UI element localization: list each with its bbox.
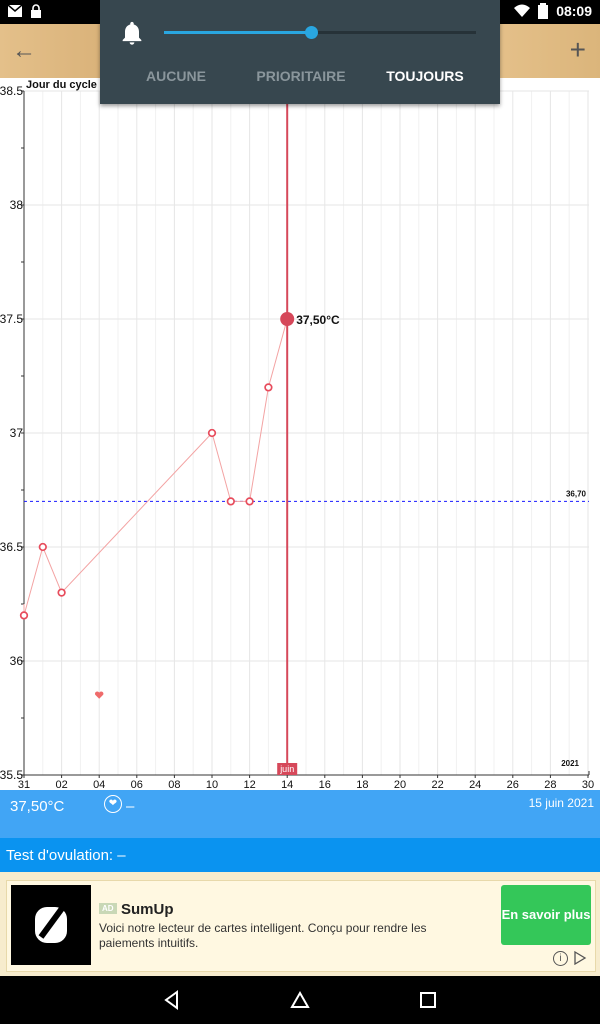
x-tick-label: 26 — [507, 779, 519, 790]
y-tick-label: 36.5 — [0, 540, 23, 554]
wifi-icon — [514, 4, 531, 17]
lock-icon — [31, 4, 41, 18]
back-arrow-icon[interactable]: ← — [12, 38, 38, 64]
ad-description: Voici notre lecteur de cartes intelligen… — [99, 921, 427, 950]
volume-slider-fill — [164, 31, 311, 34]
month-tag-label: juin — [279, 764, 294, 774]
nav-home-icon[interactable] — [290, 990, 310, 1010]
ad-banner[interactable]: AD SumUp Voici notre lecteur de cartes i… — [0, 872, 600, 976]
y-tick-label: 36 — [10, 654, 24, 668]
x-tick-label: 14 — [281, 779, 293, 790]
temperature-chart[interactable]: 38.5 38 37.5 37 36.5 36 35.5 Jour du cycle 31 02 0… — [0, 78, 600, 790]
temperature-point[interactable] — [38, 542, 47, 552]
navigation-bar — [0, 976, 600, 1024]
ad-brand: SumUp — [121, 901, 174, 918]
bell-icon[interactable] — [118, 18, 146, 48]
x-tick-label: 18 — [356, 779, 368, 790]
add-icon[interactable]: + — [570, 36, 586, 64]
ovulation-test-bar[interactable]: Test d'ovulation: – — [0, 838, 600, 872]
x-tick-label: 28 — [544, 779, 556, 790]
x-tick-label: 04 — [93, 779, 105, 790]
volume-panel: AUCUNE PRIORITAIRE TOUJOURS — [100, 0, 500, 104]
summary-mucus: – — [126, 798, 135, 815]
temperature-point[interactable] — [226, 497, 235, 506]
selected-day-summary: 37,50°C ❤ – 15 juin 2021 — [0, 790, 600, 838]
temperature-point[interactable] — [19, 611, 29, 620]
y-tick-label: 38.5 — [0, 84, 23, 98]
option-prioritaire[interactable]: PRIORITAIRE — [252, 68, 350, 84]
x-tick-label: 12 — [243, 779, 255, 790]
ad-cta-button[interactable]: En savoir plus — [501, 885, 591, 945]
nav-recents-icon[interactable] — [418, 990, 438, 1010]
ad-frame: AD SumUp Voici notre lecteur de cartes i… — [6, 880, 596, 972]
coverline-label: 36,70 — [566, 489, 587, 498]
temperature-point[interactable] — [245, 497, 254, 506]
x-tick-label: 22 — [431, 779, 443, 790]
x-tick-label: 31 — [18, 779, 30, 790]
nav-back-icon[interactable] — [162, 990, 182, 1010]
chart-svg: 38.53837.53736.53635.5Jour du cycle31 02 0… — [0, 78, 594, 790]
x-tick-label: 10 — [206, 779, 218, 790]
y-tick-label: 37.5 — [0, 312, 23, 326]
x-tick-label: 06 — [131, 779, 143, 790]
ad-choices-icon[interactable] — [573, 951, 587, 965]
x-tick-label: 02 — [55, 779, 67, 790]
selected-point[interactable] — [280, 312, 295, 326]
battery-icon — [538, 3, 549, 19]
volume-slider-thumb[interactable] — [304, 26, 318, 39]
summary-date: 15 juin 2021 — [528, 796, 594, 810]
x-tick-label: 08 — [168, 779, 180, 790]
y-axis-label: Jour du cycle — [26, 79, 97, 91]
x-tick-label: 16 — [319, 779, 331, 790]
status-time: 08:09 — [556, 3, 592, 19]
gmail-icon — [8, 5, 22, 17]
x-tick-label: 24 — [469, 779, 481, 790]
summary-temperature: 37,50°C — [10, 798, 65, 815]
temperature-point[interactable] — [57, 588, 66, 597]
x-tick-label: 20 — [394, 779, 406, 790]
volume-slider[interactable] — [164, 26, 476, 39]
sumup-logo[interactable] — [11, 885, 91, 965]
ad-info-icon[interactable]: i — [553, 951, 568, 966]
selected-point-label: 37,50°C — [296, 313, 340, 327]
y-tick-label: 37 — [10, 426, 24, 440]
y-tick-label: 38 — [10, 198, 24, 212]
x-tick-label: 30 — [582, 779, 594, 790]
option-toujours[interactable]: TOUJOURS — [350, 68, 500, 84]
heart-icon: ❤ — [104, 795, 122, 813]
temperature-point[interactable] — [264, 383, 273, 392]
ad-tag: AD — [99, 903, 117, 914]
year-label: 2021 — [561, 759, 579, 768]
interruption-options: AUCUNE PRIORITAIRE TOUJOURS — [100, 68, 500, 84]
option-aucune[interactable]: AUCUNE — [100, 68, 252, 84]
temperature-point[interactable] — [207, 428, 217, 438]
ovulation-test-label: Test d'ovulation: – — [6, 847, 126, 864]
